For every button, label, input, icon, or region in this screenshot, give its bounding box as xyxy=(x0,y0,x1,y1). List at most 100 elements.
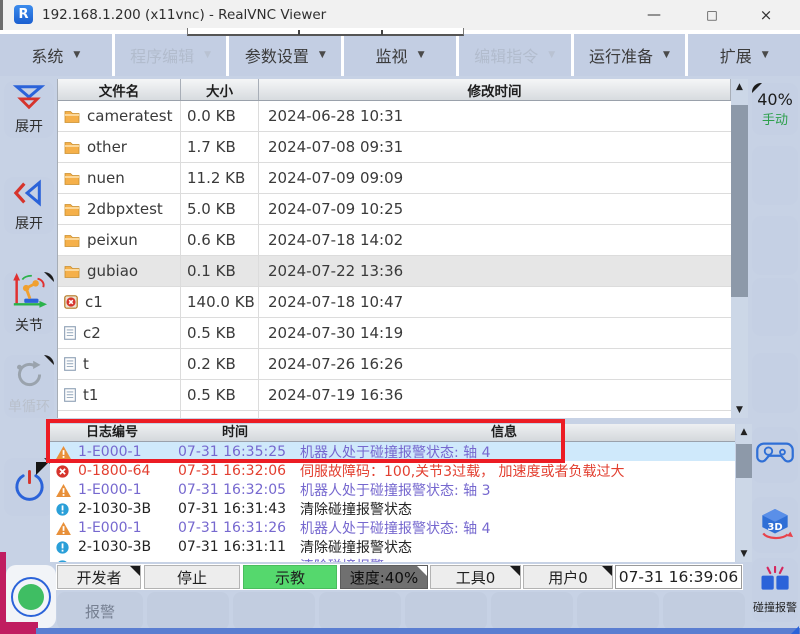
log-row[interactable]: 2-1030-3B07-31 16:31:43清除碰撞报警状态 xyxy=(50,499,735,518)
scroll-up-icon[interactable]: ▲ xyxy=(736,79,743,95)
file-row-2dbpxtest[interactable]: 2dbpxtest5.0 KB2024-07-09 10:25 xyxy=(58,194,731,225)
scroll-down-icon[interactable]: ▼ xyxy=(741,546,748,562)
file-name: test_chao xyxy=(83,417,155,418)
teach-mode-button[interactable]: 示教 xyxy=(243,565,337,589)
collision-alarm-button[interactable]: 碰撞报警 xyxy=(752,558,798,622)
log-time: 07-31 16:31:43 xyxy=(178,501,300,517)
speed-value: 40% xyxy=(757,90,793,109)
folder-icon xyxy=(64,234,80,247)
file-name-cell[interactable]: cameratest xyxy=(58,101,181,131)
file-row-gubiao[interactable]: gubiao0.1 KB2024-07-22 13:36 xyxy=(58,256,731,287)
file-size-cell: 11.2 KB xyxy=(181,163,259,193)
file-column-header[interactable]: 大小 xyxy=(181,79,259,100)
start-button[interactable] xyxy=(6,565,56,628)
scroll-thumb[interactable] xyxy=(736,444,752,478)
alarm-button[interactable]: 报警 xyxy=(57,592,143,630)
log-time: 07-31 16:32:06 xyxy=(178,463,300,479)
file-column-header[interactable]: 修改时间 xyxy=(259,79,731,100)
file-name-cell[interactable]: 2dbpxtest xyxy=(58,194,181,224)
sidebar-button-label: 单循环 xyxy=(8,396,50,416)
bottom-empty-button[interactable] xyxy=(147,592,229,630)
menu-label: 参数设置 xyxy=(245,43,309,67)
menu-运行准备[interactable]: 运行准备 ▼ xyxy=(574,34,686,76)
bottom-empty-button[interactable] xyxy=(577,592,659,630)
file-name-cell[interactable]: t1 xyxy=(58,380,181,410)
file-scrollbar[interactable]: ▲ ▼ xyxy=(731,79,748,418)
minimize-button[interactable]: — xyxy=(632,0,676,30)
bottom-empty-button[interactable] xyxy=(491,592,573,630)
menu-监视[interactable]: 监视▼ xyxy=(344,34,456,76)
file-column-header[interactable]: 文件名 xyxy=(58,79,181,100)
right-empty-button[interactable] xyxy=(752,353,798,413)
file-name-cell[interactable]: c2 xyxy=(58,318,181,348)
file-time-cell: 2024-06-28 10:31 xyxy=(259,101,731,131)
chevron-down-icon: ▼ xyxy=(204,50,211,60)
menu-扩展[interactable]: 扩展▼ xyxy=(688,34,800,76)
sidebar-joint-button[interactable]: 关节 xyxy=(4,272,54,334)
view-3d-button[interactable]: 3D xyxy=(752,497,798,553)
log-column-header[interactable]: 日志编号 xyxy=(50,424,174,441)
folder-icon xyxy=(64,110,80,123)
menu-label: 运行准备 xyxy=(589,43,653,67)
menu-系统[interactable]: 系统▼ xyxy=(0,34,112,76)
right-empty-button[interactable] xyxy=(752,278,798,336)
bottom-empty-button[interactable] xyxy=(233,592,315,630)
scroll-down-icon[interactable]: ▼ xyxy=(736,402,743,418)
file-row-c2[interactable]: c20.5 KB2024-07-30 14:19 xyxy=(58,318,731,349)
user-button[interactable]: 用户0 xyxy=(523,565,613,589)
sidebar-expand-down-button[interactable]: 展开 xyxy=(4,81,54,138)
file-name-cell[interactable]: nuen xyxy=(58,163,181,193)
file-row-nuen[interactable]: nuen11.2 KB2024-07-09 09:09 xyxy=(58,163,731,194)
bottom-empty-button[interactable] xyxy=(405,592,487,630)
file-size-cell: 0.1 KB xyxy=(181,256,259,286)
file-row-other[interactable]: other1.7 KB2024-07-08 09:31 xyxy=(58,132,731,163)
file-name-cell[interactable]: other xyxy=(58,132,181,162)
log-column-header[interactable]: 时间 xyxy=(174,424,296,441)
speed-button[interactable]: 速度:40% xyxy=(340,565,428,589)
scroll-thumb[interactable] xyxy=(731,105,748,297)
file-row-t[interactable]: t0.2 KB2024-07-26 16:26 xyxy=(58,349,731,380)
file-row-t1[interactable]: t10.5 KB2024-07-19 16:36 xyxy=(58,380,731,411)
file-row-c1[interactable]: c1140.0 KB2024-07-18 10:47 xyxy=(58,287,731,318)
speed-mode-button[interactable]: 40%手动 xyxy=(752,83,798,135)
log-row[interactable]: 0-1800-6407-31 16:32:06伺服故障码：100,关节3过载， … xyxy=(50,461,735,480)
gamepad-button[interactable] xyxy=(752,427,798,483)
file-name-cell[interactable]: t xyxy=(58,349,181,379)
file-size-cell: 0.5 KB xyxy=(181,380,259,410)
maximize-button[interactable]: □ xyxy=(690,0,734,30)
sidebar-expand-left-button[interactable]: 展开 xyxy=(4,177,54,234)
chevron-down-icon: ▼ xyxy=(663,50,670,60)
bottom-empty-button[interactable] xyxy=(319,592,401,630)
tool-button[interactable]: 工具0 xyxy=(430,565,521,589)
svg-text:3D: 3D xyxy=(767,521,782,532)
log-message: 机器人处于碰撞报警状态: 轴 3 xyxy=(300,480,735,500)
menu-参数设置[interactable]: 参数设置▼ xyxy=(229,34,341,76)
file-name-cell[interactable]: c1 xyxy=(58,287,181,317)
file-time-cell: 2024-07-19 15:59 xyxy=(259,411,731,418)
log-row[interactable]: 清除碰撞报警 xyxy=(50,556,735,562)
file-name: peixun xyxy=(87,231,138,249)
log-column-header[interactable]: 信息 xyxy=(296,424,735,441)
log-scrollbar[interactable]: ▲ ▼ xyxy=(736,424,752,562)
file-row-test_chao[interactable]: test_chao2.4 KB2024-07-19 15:59 xyxy=(58,411,731,418)
file-name-cell[interactable]: gubiao xyxy=(58,256,181,286)
log-row[interactable]: 1-E000-107-31 16:31:26机器人处于碰撞报警状态: 轴 4 xyxy=(50,518,735,537)
info-icon xyxy=(56,560,78,563)
black-triangle-marker xyxy=(36,462,49,475)
file-name-cell[interactable]: peixun xyxy=(58,225,181,255)
file-row-peixun[interactable]: peixun0.6 KB2024-07-18 14:02 xyxy=(58,225,731,256)
right-empty-button[interactable] xyxy=(752,146,798,205)
log-row[interactable]: 1-E000-107-31 16:32:05机器人处于碰撞报警状态: 轴 3 xyxy=(50,480,735,499)
bottom-empty-button[interactable] xyxy=(663,592,745,630)
right-empty-button[interactable] xyxy=(752,216,798,275)
file-name-cell[interactable]: test_chao xyxy=(58,411,181,418)
file-row-cameratest[interactable]: cameratest0.0 KB2024-06-28 10:31 xyxy=(58,101,731,132)
close-button[interactable]: × xyxy=(744,0,788,30)
scroll-up-icon[interactable]: ▲ xyxy=(741,424,748,440)
gamepad-icon xyxy=(755,439,795,471)
log-row[interactable]: 1-E000-107-31 16:35:25机器人处于碰撞报警状态: 轴 4 xyxy=(50,442,735,461)
log-row[interactable]: 2-1030-3B07-31 16:31:11清除碰撞报警状态 xyxy=(50,537,735,556)
log-id: 2-1030-3B xyxy=(78,539,178,555)
stop-button[interactable]: 停止 xyxy=(144,565,240,589)
mode-developer-button[interactable]: 开发者 xyxy=(57,565,141,589)
